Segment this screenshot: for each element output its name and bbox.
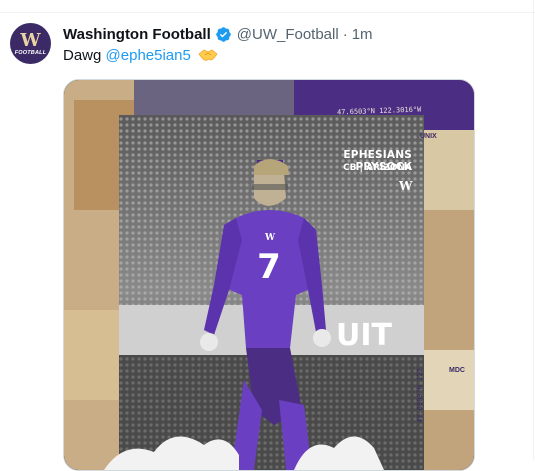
tweet-text: Dawg @ephe5ian5 xyxy=(63,46,218,66)
tweet-header: Washington Football @UW_Football · 1m xyxy=(63,24,373,44)
verified-badge-icon[interactable] xyxy=(215,26,232,43)
stadium-sign: UIT xyxy=(336,318,393,353)
avatar-logo: W xyxy=(20,30,41,51)
player-graphic: W 7 W UIT xyxy=(64,80,474,470)
tweet-text-prefix: Dawg xyxy=(63,47,106,64)
tweet-media-image[interactable]: W 7 W UIT 47.6503°N 122.3016°W UNIX EPHE… xyxy=(63,79,475,471)
player-position: CB | ARIZONA xyxy=(343,163,412,173)
avatar-text: FOOTBALL xyxy=(14,50,47,56)
top-divider xyxy=(0,12,535,13)
handshake-icon xyxy=(198,49,218,61)
timestamp[interactable]: 1m xyxy=(352,26,373,43)
jersey-number: 7 xyxy=(257,247,281,287)
author-handle[interactable]: @UW_Football xyxy=(237,26,339,43)
svg-text:W: W xyxy=(264,233,276,243)
svg-text:W: W xyxy=(398,179,413,193)
right-divider xyxy=(533,0,534,460)
separator-dot: · xyxy=(342,25,348,43)
tag-label: MDC xyxy=(449,367,465,374)
author-name[interactable]: Washington Football xyxy=(63,26,211,43)
coords-bottom: 47.6503°N 122 xyxy=(416,368,424,423)
avatar[interactable]: W FOOTBALL xyxy=(10,23,51,64)
mention-link[interactable]: @ephe5ian5 xyxy=(106,47,191,64)
unix-label: UNIX xyxy=(420,133,437,140)
